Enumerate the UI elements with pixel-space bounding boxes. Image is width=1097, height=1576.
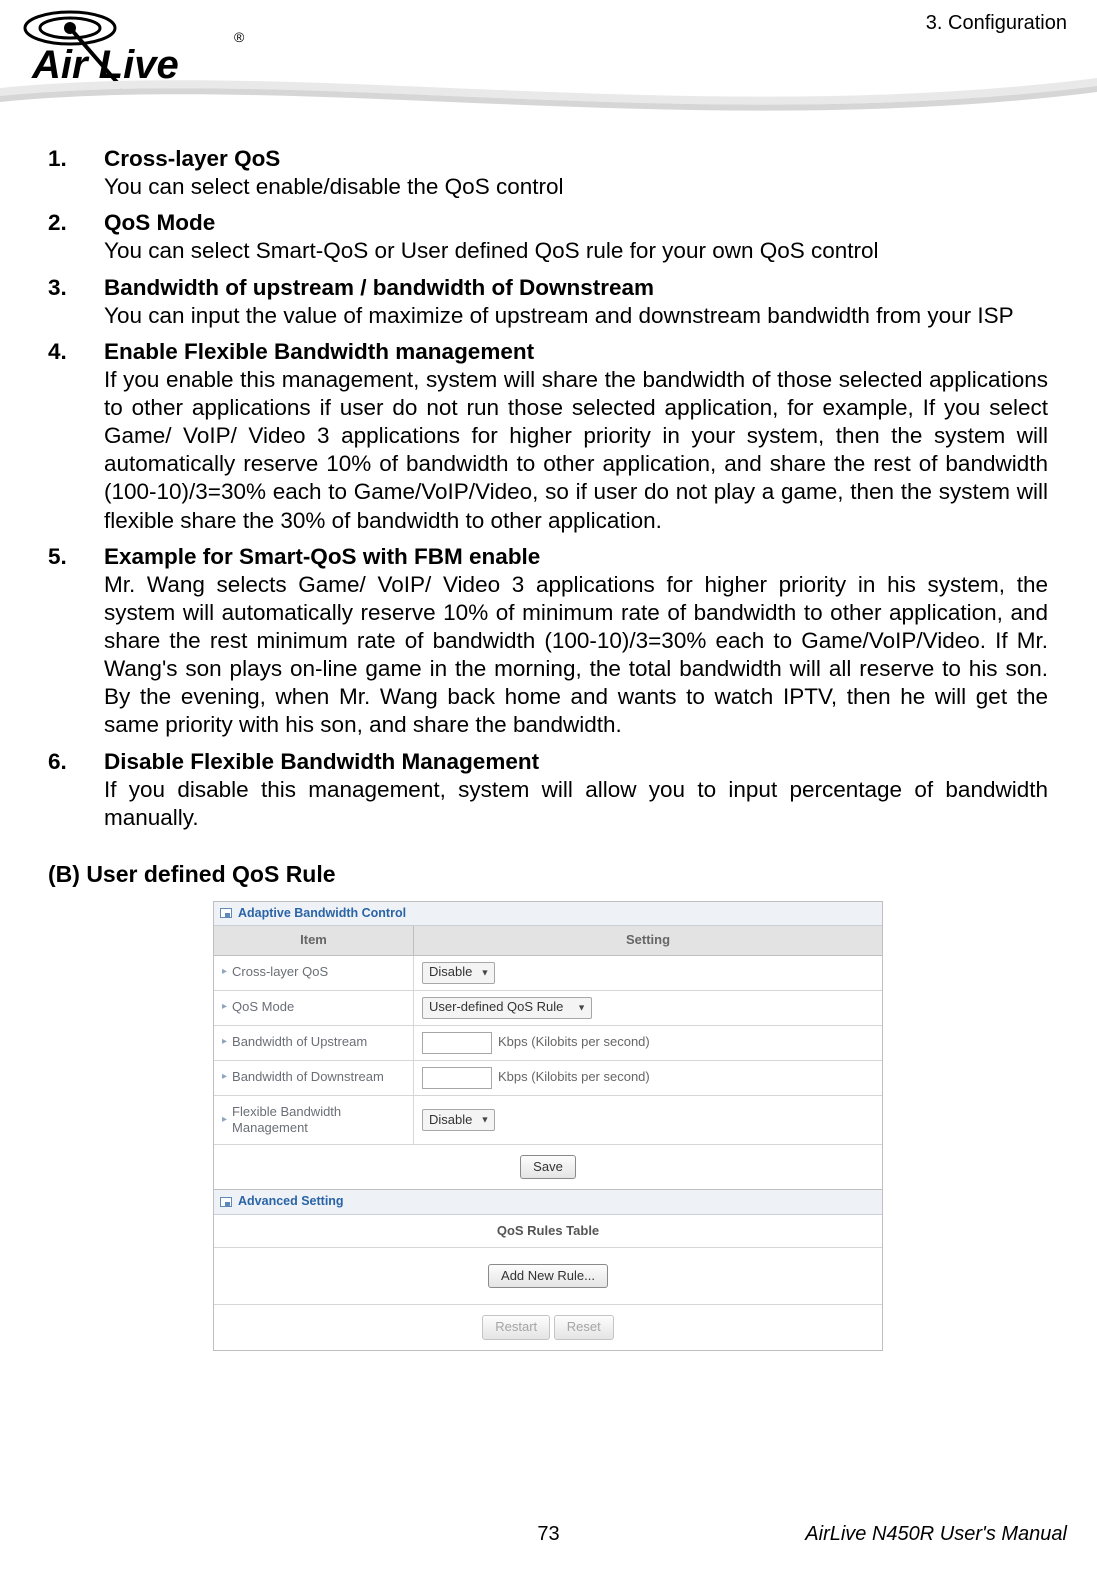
qos-mode-select[interactable]: User-defined QoS Rule — [422, 997, 592, 1019]
page: 3. Configuration Air Live ® 1. Cross-lay… — [0, 0, 1097, 1576]
item-number: 4. — [48, 338, 104, 366]
item-number: 1. — [48, 145, 104, 173]
airlive-logo: Air Live ® — [12, 0, 262, 95]
bw-downstream-input[interactable] — [422, 1067, 492, 1089]
item-body: You can select enable/disable the QoS co… — [104, 173, 1048, 201]
fbm-select[interactable]: Disable — [422, 1109, 495, 1131]
item-body: You can select Smart-QoS or User defined… — [104, 237, 1048, 265]
item-number: 2. — [48, 209, 104, 237]
chevron-right-icon: ▸ — [222, 1001, 227, 1014]
cross-layer-select[interactable]: Disable — [422, 962, 495, 984]
chapter-label: 3. Configuration — [926, 12, 1067, 35]
label-text: QoS Mode — [232, 999, 294, 1015]
th-item: Item — [214, 926, 414, 955]
label-text: Bandwidth of Downstream — [232, 1069, 384, 1085]
rules-table-title: QoS Rules Table — [214, 1215, 882, 1248]
save-button[interactable]: Save — [520, 1155, 576, 1179]
list-item-6: 6. Disable Flexible Bandwidth Management… — [48, 748, 1048, 832]
row-cross-layer: ▸ Cross-layer QoS Disable — [214, 956, 882, 991]
row-label: ▸ Flexible Bandwidth Management — [214, 1096, 414, 1145]
chevron-right-icon: ▸ — [222, 1036, 227, 1049]
table-header-row: Item Setting — [214, 926, 882, 955]
item-title: Example for Smart-QoS with FBM enable — [104, 543, 540, 571]
add-rule-row: Add New Rule... — [214, 1248, 882, 1305]
th-setting: Setting — [414, 926, 882, 955]
svg-text:®: ® — [234, 29, 245, 45]
figure-wrap: Adaptive Bandwidth Control Item Setting … — [48, 901, 1048, 1351]
label-text: Bandwidth of Upstream — [232, 1034, 367, 1050]
item-body: Mr. Wang selects Game/ VoIP/ Video 3 app… — [104, 571, 1048, 740]
restart-reset-row: Restart Reset — [214, 1305, 882, 1349]
row-label: ▸ QoS Mode — [214, 991, 414, 1025]
row-qos-mode: ▸ QoS Mode User-defined QoS Rule — [214, 991, 882, 1026]
label-text: Cross-layer QoS — [232, 964, 328, 980]
reset-button[interactable]: Reset — [554, 1315, 614, 1339]
list-item-5: 5. Example for Smart-QoS with FBM enable… — [48, 543, 1048, 740]
item-number: 6. — [48, 748, 104, 776]
list-item-4: 4. Enable Flexible Bandwidth management … — [48, 338, 1048, 535]
panel-title: Adaptive Bandwidth Control — [238, 906, 406, 922]
list-item-2: 2. QoS Mode You can select Smart-QoS or … — [48, 209, 1048, 265]
row-label: ▸ Cross-layer QoS — [214, 956, 414, 990]
bw-upstream-input[interactable] — [422, 1032, 492, 1054]
chevron-right-icon: ▸ — [222, 1071, 227, 1084]
item-title: Cross-layer QoS — [104, 145, 280, 173]
item-title: Bandwidth of upstream / bandwidth of Dow… — [104, 274, 654, 302]
list-item-1: 1. Cross-layer QoS You can select enable… — [48, 145, 1048, 201]
unit-label: Kbps (Kilobits per second) — [498, 1034, 650, 1050]
save-row: Save — [214, 1145, 882, 1190]
manual-title: AirLive N450R User's Manual — [805, 1523, 1067, 1546]
row-bw-upstream: ▸ Bandwidth of Upstream Kbps (Kilobits p… — [214, 1026, 882, 1061]
item-number: 5. — [48, 543, 104, 571]
panel-header-adaptive: Adaptive Bandwidth Control — [214, 902, 882, 927]
logo-text: Air Live — [31, 43, 179, 87]
section-b-heading: (B) User defined QoS Rule — [48, 860, 1048, 889]
item-body: If you disable this management, system w… — [104, 776, 1048, 832]
chevron-right-icon: ▸ — [222, 1114, 227, 1127]
item-title: QoS Mode — [104, 209, 215, 237]
unit-label: Kbps (Kilobits per second) — [498, 1069, 650, 1085]
add-new-rule-button[interactable]: Add New Rule... — [488, 1264, 608, 1288]
item-title: Disable Flexible Bandwidth Management — [104, 748, 539, 776]
label-text: Flexible Bandwidth Management — [232, 1104, 405, 1137]
list-item-3: 3. Bandwidth of upstream / bandwidth of … — [48, 274, 1048, 330]
item-body: If you enable this management, system wi… — [104, 366, 1048, 535]
panel-title: Advanced Setting — [238, 1194, 344, 1210]
qos-config-screenshot: Adaptive Bandwidth Control Item Setting … — [213, 901, 883, 1351]
panel-icon — [220, 908, 232, 918]
row-fbm: ▸ Flexible Bandwidth Management Disable — [214, 1096, 882, 1146]
panel-icon — [220, 1197, 232, 1207]
row-bw-downstream: ▸ Bandwidth of Downstream Kbps (Kilobits… — [214, 1061, 882, 1096]
item-title: Enable Flexible Bandwidth management — [104, 338, 534, 366]
row-label: ▸ Bandwidth of Upstream — [214, 1026, 414, 1060]
content: 1. Cross-layer QoS You can select enable… — [48, 145, 1048, 1351]
row-label: ▸ Bandwidth of Downstream — [214, 1061, 414, 1095]
chevron-right-icon: ▸ — [222, 966, 227, 979]
restart-button[interactable]: Restart — [482, 1315, 550, 1339]
item-body: You can input the value of maximize of u… — [104, 302, 1048, 330]
panel-header-advanced: Advanced Setting — [214, 1190, 882, 1215]
item-number: 3. — [48, 274, 104, 302]
